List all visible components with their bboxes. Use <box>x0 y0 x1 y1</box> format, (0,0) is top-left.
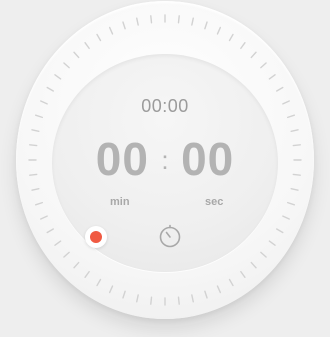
dial-tick <box>290 187 299 191</box>
stopwatch-icon <box>159 224 181 248</box>
dial-tick <box>216 285 222 294</box>
minutes-value: 00 <box>95 133 149 185</box>
dial-tick <box>240 270 246 279</box>
dial-tick <box>63 62 70 69</box>
dial-tick <box>228 33 234 42</box>
time-separator: : <box>161 145 169 175</box>
dial-tick <box>54 74 62 80</box>
dial-tick <box>46 228 54 234</box>
dial-tick <box>84 270 90 279</box>
dial-tick <box>276 228 284 234</box>
dial-tick <box>282 215 290 220</box>
dial-tick <box>268 74 276 80</box>
dial-tick <box>260 62 267 69</box>
minutes-label: min <box>110 196 130 208</box>
dial-tick <box>204 290 208 299</box>
dial-tick <box>73 261 80 269</box>
dial-tick <box>191 294 194 303</box>
record-icon <box>90 231 102 243</box>
dial-tick <box>96 278 102 287</box>
dial-tick <box>286 201 296 206</box>
elapsed-time-display: 00:00 <box>141 96 189 116</box>
dial-tick <box>136 294 139 303</box>
dial-tick <box>136 17 139 26</box>
dial-tick <box>122 21 126 30</box>
dial-tick <box>191 17 194 26</box>
dial-tick <box>250 261 257 269</box>
seconds-label: sec <box>205 196 224 208</box>
stopwatch-button[interactable] <box>156 223 184 251</box>
dial-tick <box>250 51 257 59</box>
dial-tick <box>228 278 234 287</box>
dial-tick <box>73 51 80 59</box>
dial-tick <box>40 215 48 220</box>
dial-tick <box>216 26 222 35</box>
dial-tick <box>260 251 267 258</box>
dial-tick <box>108 285 114 294</box>
dial-tick <box>177 296 180 305</box>
dial-tick <box>150 15 153 24</box>
dial-tick <box>54 240 62 246</box>
dial-tick <box>268 240 276 246</box>
dial-tick <box>240 41 246 50</box>
dial-tick <box>177 15 180 24</box>
seconds-value: 00 <box>181 133 235 185</box>
dial-tick <box>31 187 40 191</box>
dial-tick <box>31 129 40 133</box>
record-button[interactable] <box>85 226 107 248</box>
dial-tick <box>46 86 54 92</box>
dial-tick <box>204 21 208 30</box>
dial-tick <box>122 290 126 299</box>
dial-tick <box>84 41 90 50</box>
dial-tick <box>290 129 299 133</box>
dial-tick <box>96 33 102 42</box>
dial-tick <box>108 26 114 35</box>
dial-tick <box>63 251 70 258</box>
countdown-display: 00 : 00 <box>0 136 330 182</box>
dial-tick <box>150 296 153 305</box>
dial-tick <box>34 201 44 206</box>
dial-tick <box>276 86 284 92</box>
